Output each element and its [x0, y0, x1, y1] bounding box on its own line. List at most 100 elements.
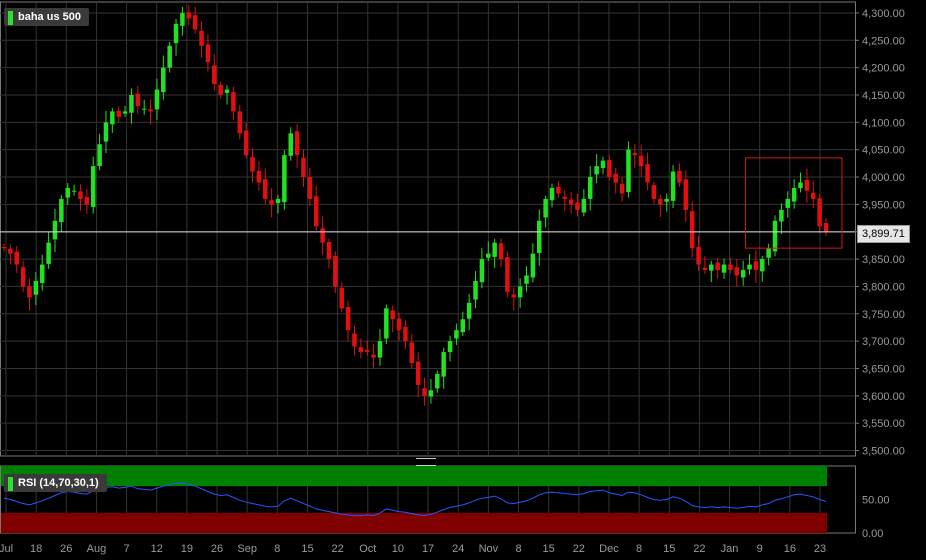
candle-body [294, 131, 300, 156]
candle-body [760, 259, 765, 272]
time-tick-label: Oct [359, 543, 376, 555]
rsi-overbought-zone [1, 466, 827, 487]
candle-body [556, 186, 561, 194]
candle-body [135, 93, 141, 106]
time-tick-label: 23 [814, 543, 826, 555]
candle-body [632, 152, 638, 156]
time-tick-label: 9 [757, 543, 763, 555]
time-tick-label: Sep [237, 543, 257, 555]
candle-body [307, 177, 313, 199]
candle-body [466, 302, 472, 319]
candle-body [486, 253, 491, 258]
time-tick-label: 10 [392, 543, 404, 555]
time-tick-label: 19 [181, 543, 193, 555]
time-tick-label: Jan [721, 543, 739, 555]
candle-body [116, 110, 121, 117]
candle-body [804, 179, 810, 191]
candle-body [613, 173, 618, 183]
candle-body [473, 280, 478, 300]
candle-body [84, 196, 90, 205]
candle-body [59, 198, 64, 223]
price-tick-label: 3,550.00 [862, 418, 905, 430]
candle-body [422, 388, 427, 396]
time-tick-label: 8 [515, 543, 521, 555]
price-tick-label: 4,300.00 [862, 8, 905, 20]
candle-body [549, 187, 555, 201]
candle-body [696, 246, 701, 265]
candle-body [33, 280, 39, 295]
candle-body [377, 341, 383, 358]
candle-body [39, 264, 45, 283]
candle-body [772, 220, 778, 252]
candle-body [301, 157, 306, 178]
candle-body [702, 267, 708, 271]
price-tick-label: 3,750.00 [862, 309, 905, 321]
candle-body [27, 286, 32, 298]
candle-body [352, 333, 357, 347]
candle-body [651, 185, 657, 199]
candle-body [568, 199, 574, 205]
candle-body [243, 130, 249, 156]
candle-body [384, 308, 389, 339]
candle-body [798, 182, 803, 188]
price-tick-label: 4,250.00 [862, 35, 905, 47]
price-tick-label: 4,150.00 [862, 90, 905, 102]
candle-body [122, 111, 128, 114]
candle-body [237, 111, 243, 134]
panel-resize-handle[interactable] [416, 458, 436, 466]
candle-body [154, 89, 160, 110]
time-tick-label: 26 [211, 543, 223, 555]
time-tick-label: Nov [479, 543, 499, 555]
candle-body [683, 179, 689, 210]
candle-body [447, 341, 453, 353]
candle-body [339, 287, 344, 309]
candle-body [161, 67, 166, 93]
price-tick-label: 3,700.00 [862, 336, 905, 348]
candle-body [186, 12, 192, 19]
candle-body [103, 122, 109, 142]
candle-body [677, 170, 682, 183]
candle-body [390, 310, 395, 320]
price-tick-label: 3,950.00 [862, 199, 905, 211]
price-tick-label: 4,100.00 [862, 117, 905, 129]
time-tick-label: 22 [573, 543, 585, 555]
candle-body [345, 307, 351, 331]
candle-body [256, 170, 262, 183]
candle-body [78, 191, 83, 199]
candle-body [110, 111, 115, 125]
candle-body [52, 220, 58, 240]
candle-body [212, 65, 217, 85]
candle-body [71, 190, 77, 192]
current-price-tag: 3,899.71 [857, 225, 910, 243]
candle-body [645, 164, 650, 183]
candle-body [607, 159, 612, 178]
price-tick-label: 3,650.00 [862, 363, 905, 375]
candle-body [428, 390, 434, 397]
candle-body [785, 198, 791, 208]
candle-body [173, 23, 179, 44]
price-chart[interactable]: 4,300.00 4,250.00 4,200.00 4,150.00 4,100.00… [0, 0, 926, 560]
candle-body [562, 196, 567, 199]
rsi-color-marker [8, 477, 13, 491]
candle-body [192, 15, 198, 30]
candle-body [148, 109, 153, 112]
candle-body [747, 264, 752, 270]
candle-body [740, 270, 746, 278]
candle-body [728, 264, 733, 271]
candle-body [97, 144, 102, 167]
candle-body [479, 259, 485, 283]
time-tick-label: 22 [693, 543, 705, 555]
candle-body [537, 220, 542, 253]
candle-body [326, 242, 332, 260]
candle-body [734, 267, 740, 276]
candle-body [415, 361, 421, 385]
candle-body [530, 253, 536, 278]
rsi-tick-label: 50.00 [862, 495, 890, 507]
time-tick-label: 24 [452, 543, 464, 555]
time-tick-label: Dec [599, 543, 619, 555]
rsi-label[interactable]: RSI (14,70,30,1) [4, 474, 107, 492]
symbol-label[interactable]: baha us 500 [4, 8, 89, 26]
candle-body [167, 45, 172, 68]
candle-body [689, 211, 695, 249]
candle-body [594, 166, 599, 175]
